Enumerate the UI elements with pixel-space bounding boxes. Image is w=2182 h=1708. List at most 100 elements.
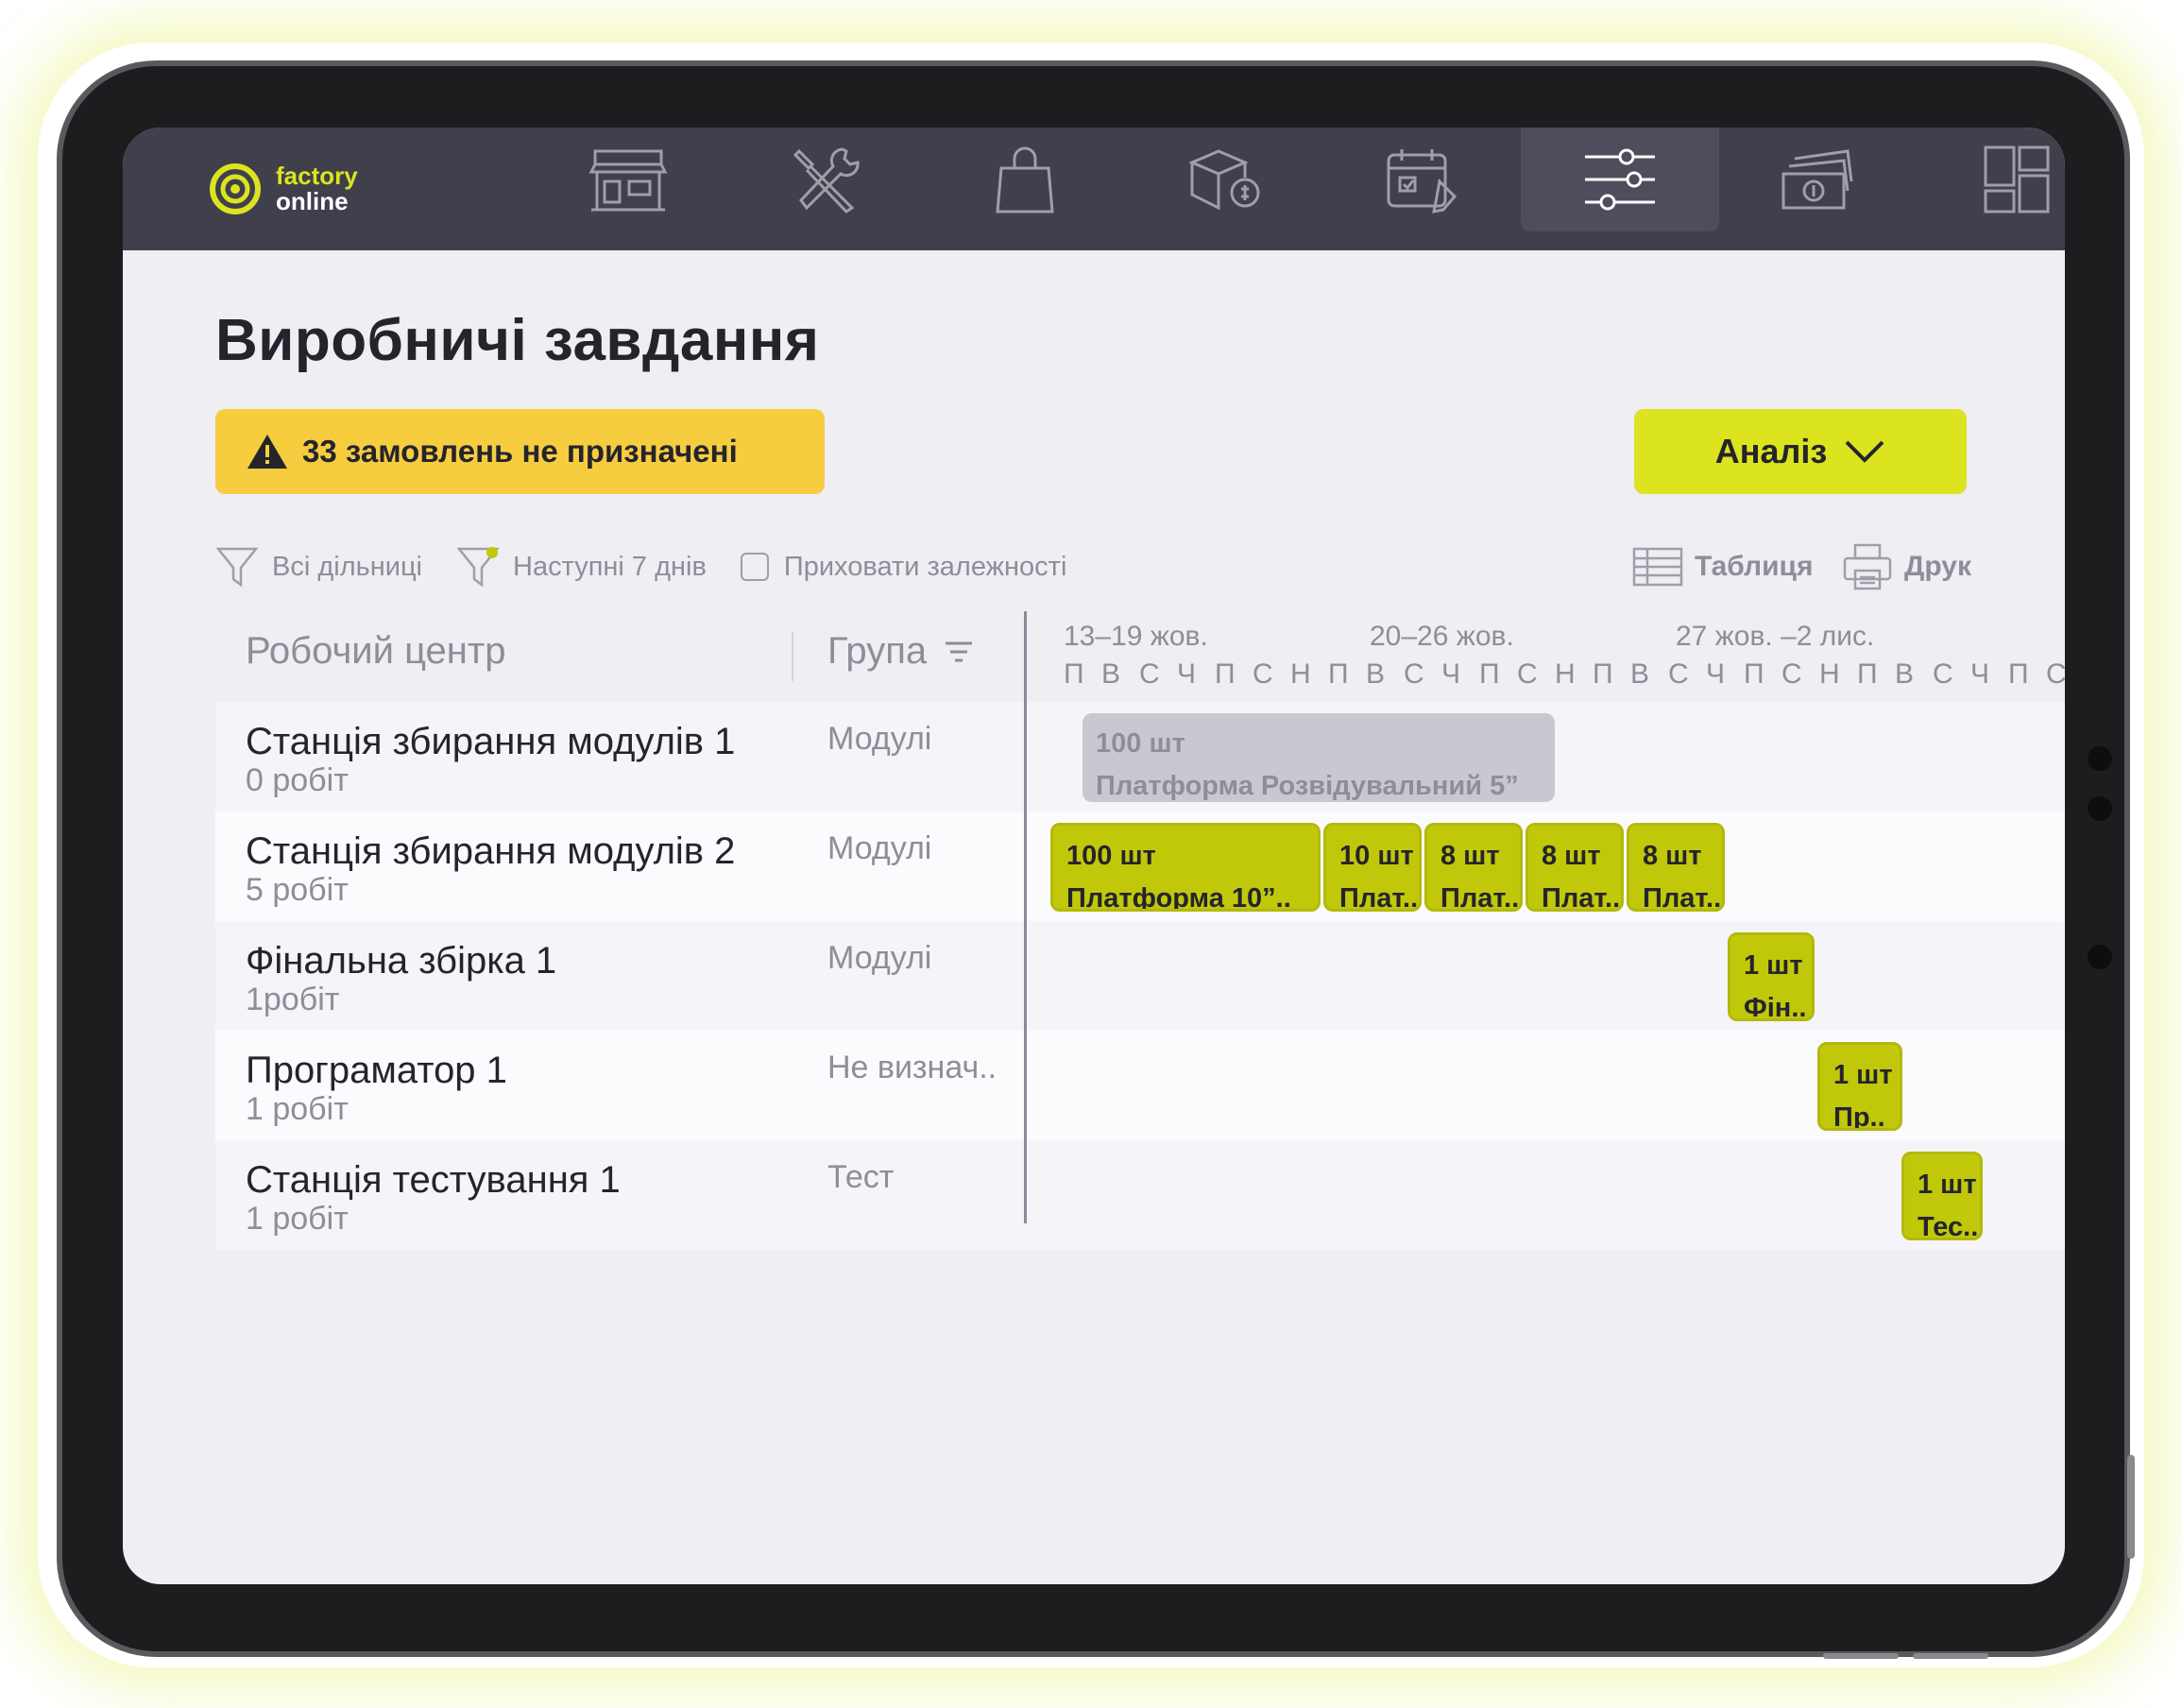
- task-bar[interactable]: 8 шт Плат..: [1424, 823, 1523, 912]
- day-label: С: [1139, 658, 1160, 690]
- task-bar[interactable]: 1 шт Фін..: [1728, 932, 1815, 1021]
- nav-calendar[interactable]: [1322, 128, 1521, 231]
- money-icon: [1781, 149, 1853, 210]
- day-label: Н: [1290, 658, 1311, 690]
- side-button: [2127, 1455, 2135, 1559]
- day-label: В: [1630, 658, 1650, 690]
- print-button[interactable]: Друк: [1842, 543, 1971, 590]
- page-title: Виробничі завдання: [215, 308, 820, 373]
- day-label: С: [1404, 658, 1424, 690]
- bottom-button: [1823, 1653, 1899, 1659]
- nav-box-dollar[interactable]: [1124, 128, 1322, 231]
- warning-icon: [247, 435, 287, 469]
- day-label: П: [1479, 658, 1500, 690]
- unassigned-orders-alert[interactable]: 33 замовлень не призначені: [215, 409, 825, 494]
- day-label: С: [1253, 658, 1273, 690]
- task-label: Плат..: [1339, 883, 1419, 912]
- nav-production[interactable]: [1521, 128, 1719, 231]
- task-bar[interactable]: 8 шт Плат..: [1627, 823, 1725, 912]
- workcenter-group: Модулі: [827, 721, 932, 757]
- day-label: С: [1668, 658, 1689, 690]
- camera-dot: [2088, 945, 2112, 969]
- task-qty: 1 шт: [1918, 1170, 1977, 1200]
- day-label: В: [1895, 658, 1915, 690]
- top-navigation: factory online: [123, 128, 2065, 250]
- day-label: Н: [1819, 658, 1840, 690]
- task-label: Фін..: [1744, 993, 1807, 1021]
- workcenter-name: Програматор 1: [246, 1050, 507, 1091]
- table-icon: [1632, 547, 1683, 587]
- logo-text: factory online: [276, 163, 358, 214]
- nav-money[interactable]: [1719, 128, 1918, 231]
- day-label: Ч: [1970, 658, 1989, 690]
- sort-icon[interactable]: [944, 640, 974, 664]
- dashboard-icon: [1984, 145, 2050, 214]
- task-qty: 1 шт: [1744, 950, 1803, 981]
- camera-dot: [2088, 746, 2112, 771]
- filter-next-days-label: Наступні 7 днів: [513, 551, 707, 582]
- task-bar[interactable]: 100 шт Платформа 10”..: [1050, 823, 1321, 912]
- tools-icon: [793, 147, 860, 214]
- task-bar[interactable]: 1 шт Тес..: [1901, 1152, 1983, 1240]
- hide-dependencies-toggle[interactable]: Приховати залежності: [740, 552, 1066, 583]
- task-qty: 100 шт: [1066, 841, 1156, 871]
- day-label: В: [1366, 658, 1386, 690]
- week-label: 13–19 жов.: [1064, 621, 1208, 652]
- store-icon: [588, 149, 668, 212]
- task-bar[interactable]: 8 шт Плат..: [1526, 823, 1624, 912]
- logo-line1: factory: [276, 162, 358, 190]
- logo-line2: online: [276, 187, 349, 215]
- table-row[interactable]: Станція тестування 1 1 робіт Тест: [215, 1140, 2065, 1250]
- filter-all-sites-label: Всі дільниці: [272, 551, 423, 582]
- analysis-dropdown[interactable]: Аналіз: [1634, 409, 1967, 494]
- day-label: П: [2008, 658, 2029, 690]
- task-label: Плат..: [1440, 883, 1520, 912]
- filter-next-days[interactable]: Наступні 7 днів: [456, 545, 707, 589]
- timeline-divider: [1024, 611, 1027, 1223]
- chevron-down-icon: [1845, 440, 1884, 463]
- day-label: П: [1857, 658, 1878, 690]
- day-label: В: [1101, 658, 1121, 690]
- table-view-button[interactable]: Таблиця: [1632, 543, 1814, 590]
- workcenter-group: Не визнач..: [827, 1050, 997, 1085]
- nav-dashboard[interactable]: [1918, 128, 2065, 231]
- printer-icon: [1843, 543, 1892, 590]
- workcenter-jobs: 5 робіт: [246, 872, 349, 908]
- nav-tools[interactable]: [727, 128, 926, 231]
- day-label: Ч: [1177, 658, 1196, 690]
- task-bar[interactable]: 100 шт Платформа Розвідувальний 5”: [1082, 713, 1555, 802]
- task-qty: 8 шт: [1643, 841, 1702, 871]
- day-label: С: [2046, 658, 2065, 690]
- task-qty: 10 шт: [1339, 841, 1414, 871]
- table-row[interactable]: Програматор 1 1 робіт Не визнач..: [215, 1031, 2065, 1140]
- hide-dependencies-checkbox[interactable]: [740, 553, 769, 581]
- workcenter-group: Тест: [827, 1159, 895, 1195]
- workcenter-name: Станція збирання модулів 2: [246, 830, 736, 872]
- day-label: Ч: [1441, 658, 1460, 690]
- column-divider: [792, 632, 793, 681]
- filter-all-sites[interactable]: Всі дільниці: [215, 545, 422, 589]
- day-label: С: [1517, 658, 1538, 690]
- day-label: Ч: [1706, 658, 1725, 690]
- task-bar[interactable]: 10 шт Плат..: [1323, 823, 1422, 912]
- shopping-bag-icon: [996, 146, 1054, 214]
- workcenter-group: Модулі: [827, 830, 932, 866]
- logo[interactable]: factory online: [208, 162, 358, 216]
- column-header-workcenter[interactable]: Робочий центр: [246, 630, 505, 673]
- nav-store[interactable]: [529, 128, 727, 231]
- print-label: Друк: [1904, 551, 1972, 582]
- task-label: Плат..: [1643, 883, 1722, 912]
- week-label: 27 жов. –2 лис.: [1676, 621, 1875, 652]
- task-label: Плат..: [1542, 883, 1621, 912]
- alert-text: 33 замовлень не призначені: [302, 434, 738, 469]
- workcenter-jobs: 1 робіт: [246, 1201, 349, 1237]
- column-header-group[interactable]: Група: [827, 630, 974, 673]
- task-label: Тес..: [1918, 1212, 1979, 1240]
- task-bar[interactable]: 1 шт Пр..: [1817, 1042, 1902, 1131]
- task-label: Пр..: [1833, 1102, 1885, 1131]
- workcenter-name: Станція збирання модулів 1: [246, 721, 736, 762]
- nav-shopping[interactable]: [926, 128, 1124, 231]
- sliders-icon: [1585, 148, 1655, 211]
- day-label: Н: [1555, 658, 1576, 690]
- calendar-edit-icon: [1387, 149, 1458, 214]
